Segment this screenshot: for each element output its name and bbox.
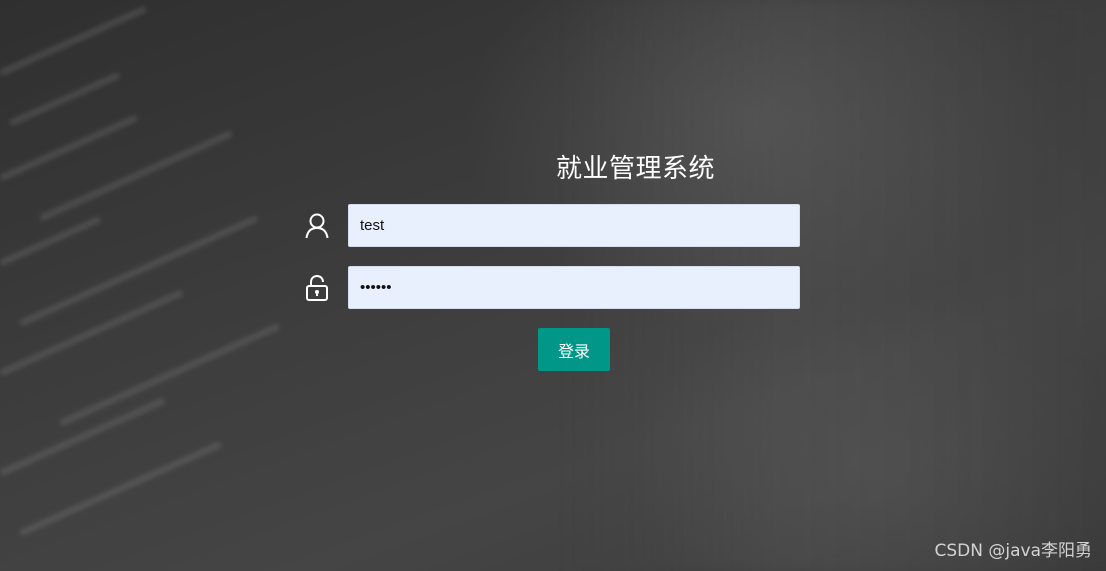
- background-code-line: [0, 114, 139, 182]
- login-button[interactable]: 登录: [538, 328, 610, 371]
- watermark-text: CSDN @java李阳勇: [934, 541, 1093, 561]
- page-title: 就业管理系统: [556, 154, 716, 184]
- background-code-line: [8, 71, 122, 127]
- unlock-icon: [304, 274, 330, 302]
- username-input[interactable]: [348, 204, 800, 247]
- username-row: [300, 204, 800, 247]
- background-code-line: [0, 288, 185, 377]
- background-code-line: [0, 215, 102, 267]
- password-row: [300, 266, 800, 309]
- background-code-line: [58, 322, 281, 427]
- background-code-line: [0, 5, 148, 77]
- password-input[interactable]: [348, 266, 800, 309]
- user-icon: [304, 212, 330, 240]
